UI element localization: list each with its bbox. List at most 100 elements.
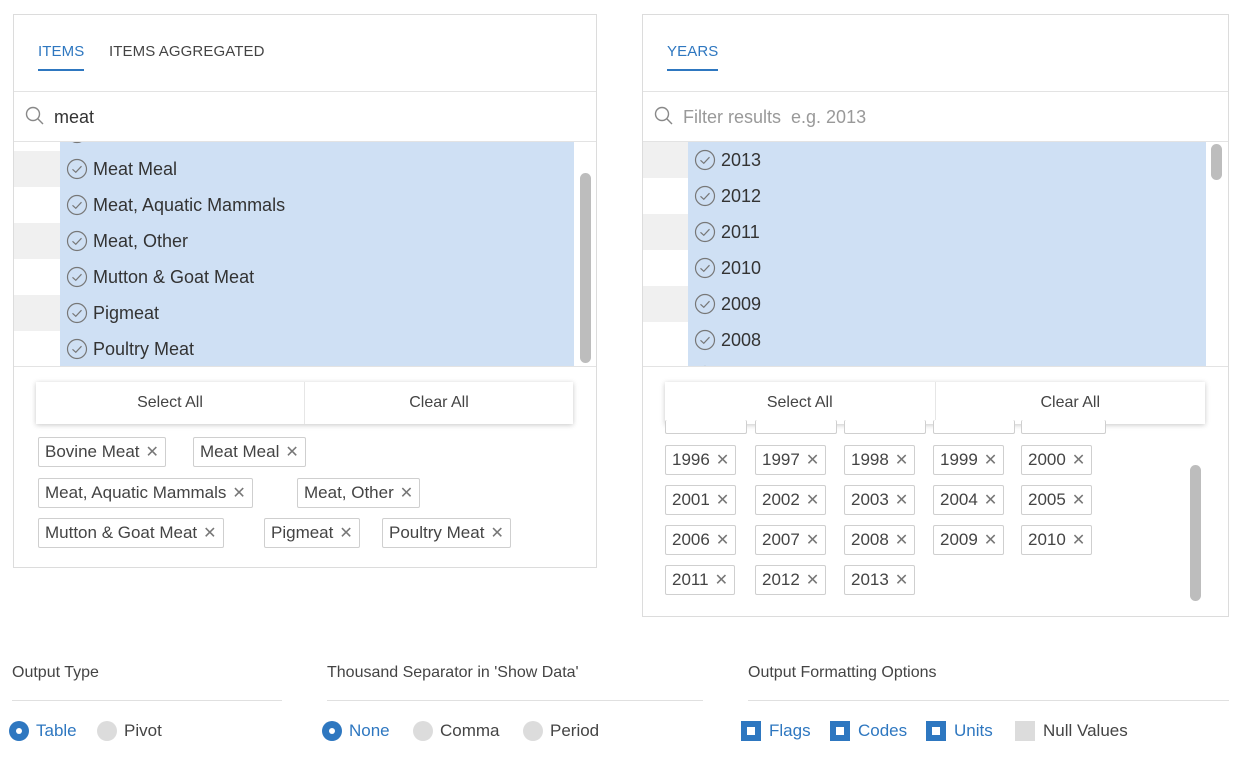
check-circle-icon — [694, 149, 716, 171]
close-icon[interactable]: ✕ — [984, 530, 997, 550]
check-circle-icon — [694, 221, 716, 243]
list-item[interactable]: 2008 — [643, 322, 1228, 358]
list-item[interactable]: Poultry Meat — [14, 331, 596, 366]
close-icon[interactable]: ✕ — [1072, 450, 1085, 470]
list-item[interactable]: 2010 — [643, 250, 1228, 286]
items-clear-all-button[interactable]: Clear All — [304, 382, 573, 424]
selected-chip: 2009 ✕ — [933, 525, 1005, 555]
output-formatting-divider — [748, 700, 1229, 701]
items-search-bar — [14, 92, 596, 142]
years-search-input[interactable] — [683, 102, 1163, 132]
items-search-input[interactable] — [54, 102, 534, 132]
selected-chip-partial — [933, 420, 1015, 434]
check-circle-icon — [66, 194, 88, 216]
checkbox-flags[interactable] — [741, 721, 761, 741]
format-units-option[interactable]: Units — [926, 721, 993, 741]
close-icon[interactable]: ✕ — [806, 490, 819, 510]
close-icon[interactable]: ✕ — [490, 523, 503, 543]
radio-period[interactable] — [523, 721, 543, 741]
close-icon[interactable]: ✕ — [806, 450, 819, 470]
selected-chip: Poultry Meat ✕ — [382, 518, 511, 548]
close-icon[interactable]: ✕ — [203, 523, 216, 543]
tab-years[interactable]: YEARS — [667, 43, 719, 71]
chip-label: 2007 — [762, 530, 800, 549]
thousand-separator-divider — [327, 700, 703, 701]
tab-items-aggregated[interactable]: ITEMS AGGREGATED — [109, 43, 265, 60]
close-icon[interactable]: ✕ — [984, 490, 997, 510]
items-list[interactable]: Meat Meal Meat, Aquatic Mammals Meat, Othe… — [14, 142, 596, 367]
chip-label: 2008 — [851, 530, 889, 549]
years-chips-scrollbar[interactable] — [1190, 465, 1201, 601]
chip-label: Bovine Meat — [45, 442, 140, 461]
close-icon[interactable]: ✕ — [146, 442, 159, 462]
separator-none-option[interactable]: None — [322, 721, 390, 741]
radio-table[interactable] — [9, 721, 29, 741]
close-icon[interactable]: ✕ — [339, 523, 352, 543]
radio-none[interactable] — [322, 721, 342, 741]
output-type-title: Output Type — [12, 664, 99, 681]
chip-label: 2009 — [940, 530, 978, 549]
chip-label: 2011 — [672, 570, 709, 589]
close-icon[interactable]: ✕ — [806, 530, 819, 550]
list-item[interactable]: Mutton & Goat Meat — [14, 259, 596, 295]
years-list-scrollbar[interactable] — [1211, 144, 1222, 180]
list-item[interactable]: Meat, Aquatic Mammals — [14, 187, 596, 223]
format-codes-label: Codes — [858, 721, 908, 740]
close-icon[interactable]: ✕ — [984, 450, 997, 470]
close-icon[interactable]: ✕ — [715, 570, 728, 590]
chip-label: Meat, Aquatic Mammals — [45, 483, 227, 502]
close-icon[interactable]: ✕ — [232, 483, 245, 503]
selected-chip: 2000 ✕ — [1021, 445, 1093, 475]
tab-items[interactable]: ITEMS — [38, 43, 85, 71]
separator-period-option[interactable]: Period — [523, 721, 599, 741]
output-type-table-option[interactable]: Table — [9, 721, 77, 741]
chip-label: Mutton & Goat Meat — [45, 523, 198, 542]
check-circle-icon — [694, 185, 716, 207]
radio-comma[interactable] — [413, 721, 433, 741]
list-item[interactable]: Pigmeat — [14, 295, 596, 331]
format-flags-option[interactable]: Flags — [741, 721, 811, 741]
close-icon[interactable]: ✕ — [285, 442, 298, 462]
items-select-all-button[interactable]: Select All — [36, 382, 304, 424]
search-icon — [654, 106, 673, 125]
items-scrollbar[interactable] — [580, 173, 591, 363]
checkbox-units[interactable] — [926, 721, 946, 741]
close-icon[interactable]: ✕ — [716, 530, 729, 550]
chip-label: 2013 — [851, 570, 889, 589]
close-icon[interactable]: ✕ — [806, 570, 819, 590]
list-item[interactable]: 2011 — [643, 214, 1228, 250]
chip-label: 2002 — [762, 490, 800, 509]
chip-label: 1998 — [851, 450, 889, 469]
close-icon[interactable]: ✕ — [716, 450, 729, 470]
close-icon[interactable]: ✕ — [400, 483, 413, 503]
list-item[interactable]: Meat Meal — [14, 151, 596, 187]
format-codes-option[interactable]: Codes — [830, 721, 907, 741]
check-circle-icon — [66, 266, 88, 288]
close-icon[interactable]: ✕ — [895, 490, 908, 510]
close-icon[interactable]: ✕ — [895, 570, 908, 590]
years-list[interactable]: 2013 2012 2011 2010 2009 2008 — [643, 142, 1228, 367]
radio-pivot[interactable] — [97, 721, 117, 741]
close-icon[interactable]: ✕ — [895, 530, 908, 550]
close-icon[interactable]: ✕ — [716, 490, 729, 510]
chip-label: 1997 — [762, 450, 800, 469]
list-item[interactable]: 2013 — [643, 142, 1228, 178]
close-icon[interactable]: ✕ — [895, 450, 908, 470]
years-select-all-button[interactable]: Select All — [665, 382, 935, 424]
list-item[interactable]: 2009 — [643, 286, 1228, 322]
list-item-label: Meat, Aquatic Mammals — [93, 194, 286, 215]
chip-label: 1996 — [672, 450, 710, 469]
separator-comma-option[interactable]: Comma — [413, 721, 500, 741]
chip-label: 2012 — [762, 570, 800, 589]
list-item[interactable]: Meat, Other — [14, 223, 596, 259]
years-clear-all-button[interactable]: Clear All — [934, 382, 1205, 424]
close-icon[interactable]: ✕ — [1072, 490, 1085, 510]
selected-chip: 1996 ✕ — [665, 445, 737, 475]
list-item[interactable]: 2012 — [643, 178, 1228, 214]
format-null-values-option[interactable]: Null Values — [1015, 721, 1128, 741]
output-type-pivot-option[interactable]: Pivot — [97, 721, 162, 741]
close-icon[interactable]: ✕ — [1072, 530, 1085, 550]
checkbox-null-values[interactable] — [1015, 721, 1035, 741]
checkbox-codes[interactable] — [830, 721, 850, 741]
chip-label: Meat Meal — [200, 442, 280, 461]
